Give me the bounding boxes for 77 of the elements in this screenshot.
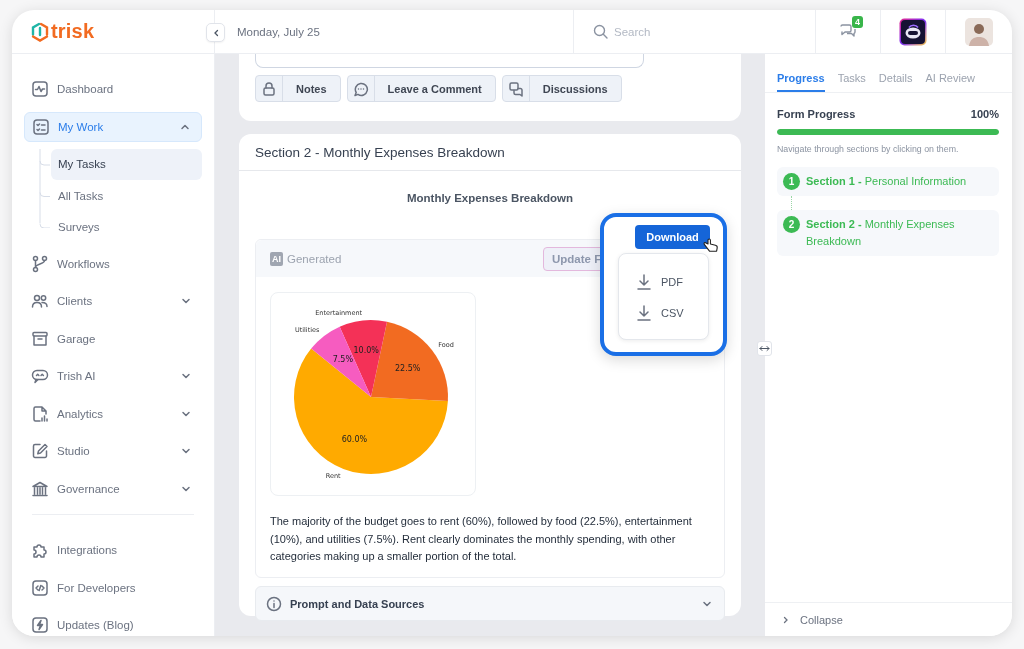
archive-icon [31, 329, 49, 348]
progress-reading: 100% [970, 108, 999, 120]
resize-handle[interactable] [757, 341, 772, 356]
bank-icon [31, 479, 49, 498]
nav-subitem[interactable]: All Tasks [51, 180, 202, 211]
logo-text: trisk [51, 20, 95, 43]
chevron-down-icon[interactable] [181, 296, 191, 306]
section-name: Section 1 - Personal Information [806, 174, 967, 189]
action-button[interactable]: Notes [255, 75, 341, 102]
panel-tab[interactable]: Progress [777, 71, 825, 92]
progress-label: Form Progress [777, 108, 856, 120]
chart-title: Monthly Expenses Breakdown [406, 192, 574, 204]
puzzle-icon [31, 541, 49, 559]
collapse-button[interactable]: Collapse [765, 602, 1012, 636]
code-icon [31, 578, 49, 597]
robot-avatar-icon[interactable] [899, 17, 927, 46]
search-icon [593, 24, 608, 39]
nav-item[interactable]: My Work [24, 111, 202, 142]
notification-badge: 4 [852, 16, 863, 28]
nav-item[interactable]: Clients [24, 286, 202, 316]
lock-icon [261, 80, 277, 97]
percent-label: 7.5% [332, 355, 354, 365]
nav-item[interactable]: Integrations [24, 535, 202, 565]
download-icon [637, 304, 651, 321]
collapse-sidebar-button[interactable] [206, 23, 225, 42]
menu-item[interactable]: CSV [619, 297, 708, 328]
prompt-sources-toggle[interactable]: Prompt and Data Sources [255, 586, 725, 621]
search-field[interactable]: Search [614, 25, 794, 38]
panel-tab[interactable]: Details [878, 71, 913, 92]
step-number: 1 [783, 173, 800, 190]
logo-icon [30, 20, 50, 43]
percent-label: 22.5% [395, 363, 421, 373]
info-icon [266, 595, 282, 612]
chevron-down-icon[interactable] [181, 446, 191, 456]
panel-tab[interactable]: Tasks [837, 71, 866, 92]
nav-item[interactable]: For Developers [24, 572, 202, 603]
user-avatar[interactable] [965, 17, 993, 46]
action-button[interactable]: Discussions [501, 75, 622, 102]
nav-item[interactable]: Garage [24, 323, 202, 354]
resize-icon [759, 345, 770, 352]
download-button[interactable]: Download [635, 225, 710, 249]
branch-icon [31, 254, 49, 273]
nav-item[interactable]: Trish AI [24, 361, 202, 391]
percent-label: 60.0% [341, 435, 368, 445]
action-button[interactable]: Leave a Comment [346, 75, 496, 102]
users-icon [31, 292, 49, 310]
nav-item[interactable]: Updates (Blog) [24, 610, 202, 636]
section-title: Section 2 - Monthly Expenses Breakdown [255, 144, 505, 160]
nav-item[interactable]: Dashboard [24, 74, 202, 104]
nav-item[interactable]: Workflows [24, 248, 202, 279]
checklist-icon [32, 117, 50, 136]
report-icon [31, 404, 49, 423]
date-label: Monday, July 25 [237, 25, 320, 38]
download-icon [637, 273, 651, 290]
hand-cursor-icon [703, 238, 719, 253]
nav-subitem[interactable]: My Tasks [51, 148, 202, 180]
progress-hint: Navigate through sections by clicking on them. [777, 144, 960, 154]
text-field[interactable] [255, 54, 644, 68]
panel-tab[interactable]: AI Review [925, 71, 975, 92]
section-name: Section 2 - Monthly Expenses Breakdown [806, 217, 956, 249]
chevron-down-icon[interactable] [181, 371, 191, 381]
step-number: 2 [783, 216, 800, 233]
generated-label: Generated [287, 252, 342, 265]
pulse-icon [31, 80, 49, 98]
bolt-icon [31, 616, 49, 634]
chat-bot-icon [31, 367, 49, 385]
ai-badge: AI [270, 251, 283, 266]
nav-item[interactable]: Governance [24, 473, 202, 504]
percent-label: 10.0% [353, 346, 379, 356]
nav-item[interactable]: Analytics [24, 398, 202, 429]
chevron-right-icon [782, 615, 790, 624]
pen-square-icon [31, 442, 49, 460]
chart-summary: The majority of the budget goes to rent (60%), followed by food (22.5%), entertainment (10%), and utilities (7.5%). Rent clearly dominates the monthly spending, with other categories making up a smaller portion of the total. [270, 514, 693, 564]
comment-icon [352, 80, 369, 97]
nav-item[interactable]: Studio [24, 436, 202, 466]
chat-bubbles-icon [507, 80, 524, 97]
nav-subitem[interactable]: Surveys [51, 211, 202, 243]
